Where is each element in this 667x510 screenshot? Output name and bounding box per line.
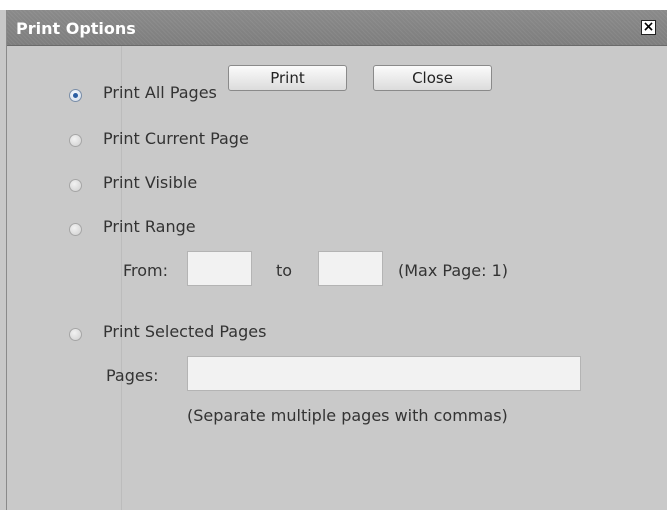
- label-print-current: Print Current Page: [103, 129, 249, 148]
- to-label: to: [276, 261, 293, 280]
- pages-hint: (Separate multiple pages with commas): [187, 406, 508, 425]
- label-print-range: Print Range: [103, 217, 196, 236]
- pages-input[interactable]: [187, 356, 581, 391]
- radio-print-range[interactable]: [69, 223, 82, 236]
- print-options-dialog: Print Options × Print Close Print All Pa…: [6, 10, 667, 510]
- range-to-input[interactable]: [318, 251, 383, 286]
- radio-print-visible[interactable]: [69, 179, 82, 192]
- max-page-label: (Max Page: 1): [398, 261, 509, 280]
- close-icon[interactable]: ×: [641, 20, 656, 35]
- from-label: From:: [123, 261, 169, 280]
- radio-print-all[interactable]: [69, 89, 82, 102]
- print-button[interactable]: Print: [228, 65, 347, 91]
- range-from-input[interactable]: [187, 251, 252, 286]
- pages-label: Pages:: [106, 366, 159, 385]
- close-button[interactable]: Close: [373, 65, 492, 91]
- radio-print-selected[interactable]: [69, 328, 82, 341]
- divider-line: [121, 46, 122, 510]
- dialog-title: Print Options: [16, 19, 136, 38]
- label-print-visible: Print Visible: [103, 173, 198, 192]
- label-print-selected: Print Selected Pages: [103, 322, 267, 341]
- label-print-all: Print All Pages: [103, 83, 217, 102]
- background-page-strip: [0, 0, 667, 10]
- dialog-titlebar[interactable]: Print Options ×: [7, 10, 667, 46]
- radio-print-current[interactable]: [69, 134, 82, 147]
